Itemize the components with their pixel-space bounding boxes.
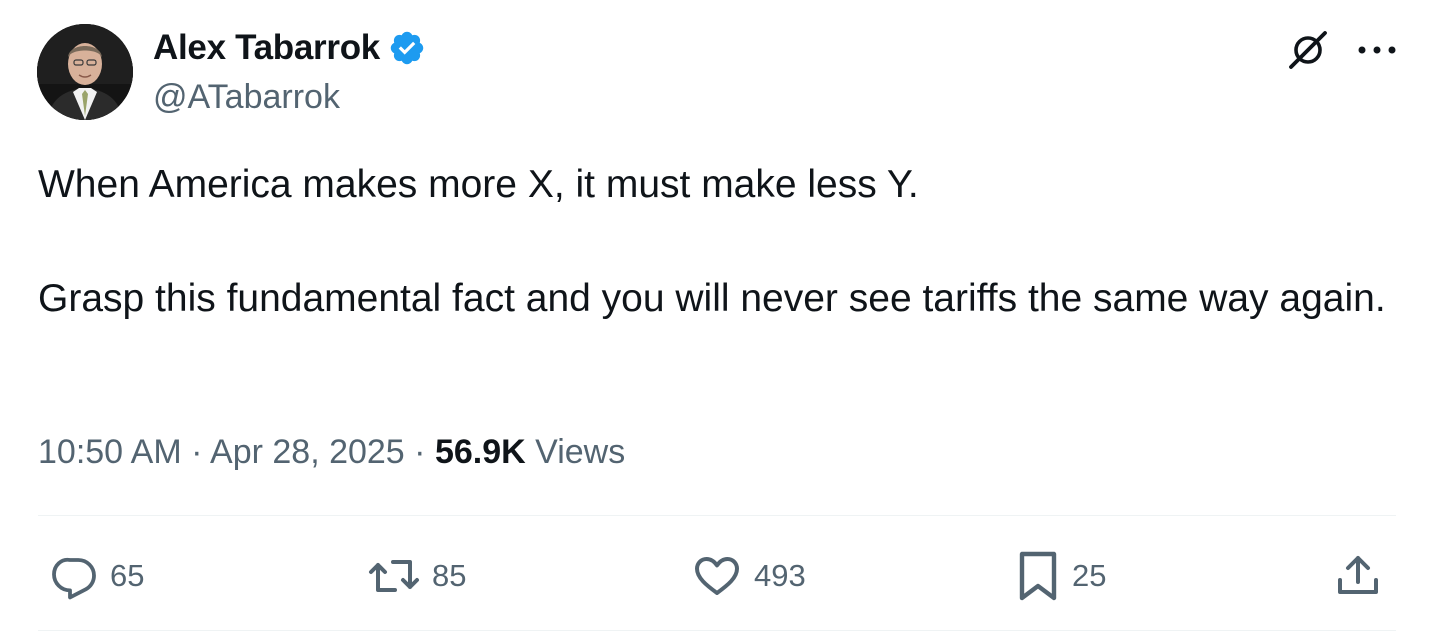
tweet-paragraph: Grasp this fundamental fact and you will… [38, 277, 1386, 320]
tweet-metadata: 10:50 AM · Apr 28, 2025 · 56.9K Views [38, 428, 625, 476]
more-options-button[interactable] [1352, 26, 1402, 74]
views-label: Views [535, 433, 626, 471]
reply-count: 65 [110, 558, 145, 593]
bookmark-icon [1019, 551, 1057, 601]
like-count: 493 [754, 558, 806, 593]
repost-button[interactable]: 85 [368, 548, 466, 604]
tweet-time[interactable]: 10:50 AM [38, 433, 182, 471]
more-horizontal-icon [1358, 46, 1396, 54]
repost-count: 85 [432, 558, 467, 593]
action-bar: 65 85 493 25 [0, 548, 1456, 604]
share-icon [1338, 556, 1378, 594]
avatar-image [37, 24, 133, 120]
like-button[interactable]: 493 [692, 548, 806, 604]
heart-icon [695, 557, 739, 595]
tweet-paragraph: When America makes more X, it must make … [38, 163, 919, 206]
verified-badge-icon[interactable] [388, 29, 426, 67]
grok-icon [1289, 31, 1327, 69]
bookmark-count: 25 [1072, 558, 1107, 593]
author-display-name[interactable]: Alex Tabarrok [153, 26, 380, 70]
tweet-date[interactable]: Apr 28, 2025 [210, 433, 405, 471]
tweet-card: Alex Tabarrok @ATabarrok When America ma… [0, 0, 1456, 638]
author-handle[interactable]: @ATabarrok [153, 76, 340, 118]
divider [38, 630, 1396, 631]
views-count[interactable]: 56.9K [435, 433, 526, 471]
share-button[interactable] [1334, 548, 1382, 604]
avatar[interactable] [37, 24, 133, 120]
grok-button[interactable] [1284, 26, 1332, 74]
divider [38, 515, 1396, 516]
tweet-text: When America makes more X, it must make … [38, 156, 1398, 327]
bookmark-button[interactable]: 25 [1016, 548, 1106, 604]
author-name-row: Alex Tabarrok [153, 26, 426, 70]
meta-separator: · [191, 433, 203, 471]
reply-button[interactable]: 65 [50, 548, 144, 604]
meta-separator: · [414, 433, 426, 471]
reply-icon [52, 557, 96, 600]
repost-icon [369, 560, 419, 592]
